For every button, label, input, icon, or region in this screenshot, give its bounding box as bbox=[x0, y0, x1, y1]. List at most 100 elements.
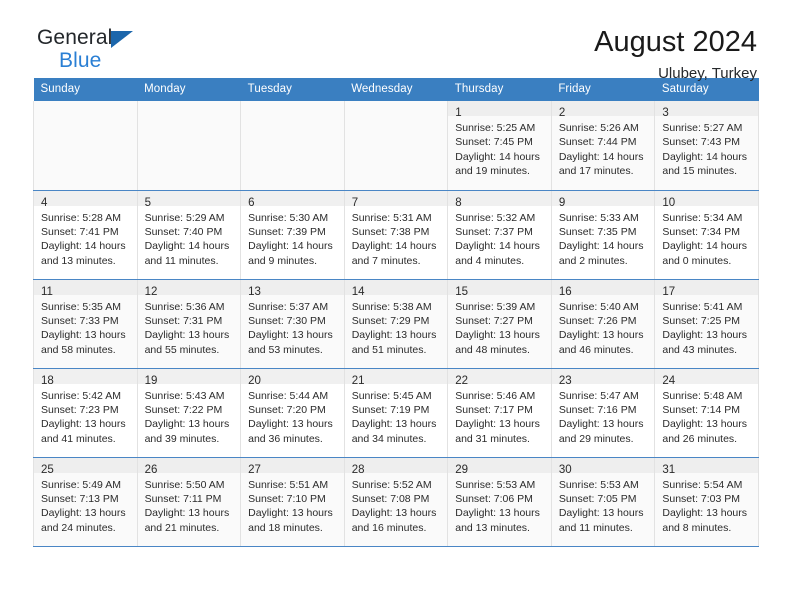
day-number-bar: 15 bbox=[448, 279, 551, 298]
day-number: 27 bbox=[248, 463, 261, 476]
day-details: Sunrise: 5:27 AM Sunset: 7:43 PM Daylight:… bbox=[655, 116, 758, 179]
calendar-day-cell[interactable]: 15 Sunrise: 5:39 AM Sunset: 7:27 PM Dayligh… bbox=[447, 279, 552, 369]
calendar-week-row: 1 Sunrise: 5:25 AM Sunset: 7:45 PM Daylight… bbox=[33, 101, 759, 191]
day-number-bar: 8 bbox=[448, 190, 551, 209]
brand-name-general: General bbox=[37, 26, 113, 49]
calendar-day-cell[interactable]: 9 Sunrise: 5:33 AM Sunset: 7:35 PM Daylight… bbox=[550, 190, 656, 280]
calendar-day-cell[interactable]: 11 Sunrise: 5:35 AM Sunset: 7:33 PM Dayligh… bbox=[33, 279, 138, 369]
day-details: Sunrise: 5:31 AM Sunset: 7:38 PM Daylight:… bbox=[345, 206, 448, 269]
sunset-text: Sunset: 7:22 PM bbox=[144, 403, 223, 416]
calendar-day-cell[interactable]: 17 Sunrise: 5:41 AM Sunset: 7:25 PM Dayligh… bbox=[654, 279, 759, 369]
calendar-day-cell[interactable]: 31 Sunrise: 5:54 AM Sunset: 7:03 PM Dayligh… bbox=[654, 457, 759, 547]
brand-logo[interactable]: General Blue bbox=[33, 26, 157, 72]
calendar-day-cell[interactable]: 30 Sunrise: 5:53 AM Sunset: 7:05 PM Dayligh… bbox=[550, 457, 656, 547]
calendar-day-cell[interactable]: 27 Sunrise: 5:51 AM Sunset: 7:10 PM Dayligh… bbox=[240, 457, 345, 547]
sunrise-text: Sunrise: 5:33 AM bbox=[558, 211, 639, 224]
day-number-bar: 5 bbox=[137, 190, 241, 209]
sunrise-text: Sunrise: 5:54 AM bbox=[662, 478, 743, 491]
weekday-header-monday: Monday bbox=[137, 78, 241, 101]
day-details: Sunrise: 5:25 AM Sunset: 7:45 PM Daylight:… bbox=[448, 116, 551, 179]
calendar-day-cell[interactable]: 26 Sunrise: 5:50 AM Sunset: 7:11 PM Dayligh… bbox=[136, 457, 242, 547]
day-details: Sunrise: 5:50 AM Sunset: 7:11 PM Daylight:… bbox=[138, 473, 241, 536]
day-number: 11 bbox=[41, 285, 53, 298]
sunrise-text: Sunrise: 5:29 AM bbox=[144, 211, 225, 224]
daylight-text-line2: and 29 minutes. bbox=[558, 432, 634, 445]
sunrise-text: Sunrise: 5:26 AM bbox=[558, 122, 639, 134]
calendar-day-cell[interactable]: 8 Sunrise: 5:32 AM Sunset: 7:37 PM Daylight… bbox=[447, 190, 552, 280]
sunrise-text: Sunrise: 5:52 AM bbox=[351, 478, 432, 491]
calendar-day-cell[interactable]: 10 Sunrise: 5:34 AM Sunset: 7:34 PM Dayligh… bbox=[654, 190, 759, 280]
daylight-text-line1: Daylight: 13 hours bbox=[455, 329, 540, 342]
calendar-day-cell[interactable]: 1 Sunrise: 5:25 AM Sunset: 7:45 PM Daylight… bbox=[447, 101, 552, 191]
calendar-day-cell[interactable]: 20 Sunrise: 5:44 AM Sunset: 7:20 PM Dayligh… bbox=[240, 368, 345, 458]
day-details: Sunrise: 5:40 AM Sunset: 7:26 PM Daylight:… bbox=[552, 295, 655, 358]
day-number: 3 bbox=[662, 107, 669, 119]
calendar-day-cell[interactable]: 7 Sunrise: 5:31 AM Sunset: 7:38 PM Daylight… bbox=[343, 190, 449, 280]
day-number: 14 bbox=[351, 285, 365, 298]
day-number-bar: 3 bbox=[655, 101, 758, 119]
calendar-day-cell-empty bbox=[240, 101, 345, 191]
daylight-text-line1: Daylight: 13 hours bbox=[662, 507, 748, 520]
calendar-body: 1 Sunrise: 5:25 AM Sunset: 7:45 PM Daylight… bbox=[33, 101, 759, 547]
calendar-day-cell[interactable]: 13 Sunrise: 5:37 AM Sunset: 7:30 PM Dayligh… bbox=[240, 279, 345, 369]
day-number: 9 bbox=[558, 196, 566, 209]
daylight-text-line2: and 58 minutes. bbox=[41, 343, 116, 356]
day-number-bar: 24 bbox=[655, 368, 758, 387]
sunset-text: Sunset: 7:27 PM bbox=[455, 314, 533, 327]
day-number-bar: 28 bbox=[344, 457, 448, 476]
daylight-text-line2: and 7 minutes. bbox=[351, 254, 421, 267]
calendar-day-cell[interactable]: 4 Sunrise: 5:28 AM Sunset: 7:41 PM Daylight… bbox=[33, 190, 138, 280]
daylight-text-line2: and 24 minutes. bbox=[41, 521, 116, 534]
sunset-text: Sunset: 7:06 PM bbox=[455, 492, 533, 505]
calendar-day-cell-empty bbox=[33, 101, 138, 191]
calendar-day-cell[interactable]: 12 Sunrise: 5:36 AM Sunset: 7:31 PM Dayligh… bbox=[136, 279, 242, 369]
day-number: 5 bbox=[144, 196, 151, 209]
calendar-day-cell[interactable]: 21 Sunrise: 5:45 AM Sunset: 7:19 PM Dayligh… bbox=[343, 368, 449, 458]
calendar-table: Sunday Monday Tuesday Wednesday Thursday… bbox=[33, 78, 759, 547]
calendar-day-cell[interactable]: 29 Sunrise: 5:53 AM Sunset: 7:06 PM Dayligh… bbox=[447, 457, 552, 547]
daylight-text-line1: Daylight: 14 hours bbox=[558, 240, 644, 253]
calendar-day-cell[interactable]: 14 Sunrise: 5:38 AM Sunset: 7:29 PM Dayligh… bbox=[343, 279, 449, 369]
sunrise-text: Sunrise: 5:53 AM bbox=[455, 478, 536, 491]
day-details: Sunrise: 5:30 AM Sunset: 7:39 PM Daylight:… bbox=[241, 206, 344, 269]
daylight-text-line2: and 19 minutes. bbox=[455, 165, 530, 178]
calendar-day-cell[interactable]: 5 Sunrise: 5:29 AM Sunset: 7:40 PM Daylight… bbox=[136, 190, 242, 280]
calendar-week-row: 25 Sunrise: 5:49 AM Sunset: 7:13 PM Dayligh… bbox=[33, 457, 759, 547]
calendar-day-cell[interactable]: 23 Sunrise: 5:47 AM Sunset: 7:16 PM Dayligh… bbox=[550, 368, 656, 458]
daylight-text-line1: Daylight: 13 hours bbox=[41, 418, 126, 431]
sunrise-text: Sunrise: 5:25 AM bbox=[455, 122, 536, 134]
daylight-text-line2: and 8 minutes. bbox=[662, 521, 732, 534]
calendar-day-cell[interactable]: 24 Sunrise: 5:48 AM Sunset: 7:14 PM Dayligh… bbox=[654, 368, 759, 458]
daylight-text-line2: and 46 minutes. bbox=[558, 343, 634, 356]
triangle-flag-icon bbox=[111, 31, 133, 48]
daylight-text-line2: and 13 minutes. bbox=[41, 254, 116, 267]
calendar-day-cell[interactable]: 3 Sunrise: 5:27 AM Sunset: 7:43 PM Daylight… bbox=[654, 101, 759, 191]
sunset-text: Sunset: 7:30 PM bbox=[248, 314, 326, 327]
day-number-bar: 4 bbox=[34, 190, 137, 209]
daylight-text-line1: Daylight: 13 hours bbox=[41, 507, 126, 520]
day-details bbox=[345, 116, 448, 121]
calendar-day-cell[interactable]: 28 Sunrise: 5:52 AM Sunset: 7:08 PM Dayligh… bbox=[343, 457, 449, 547]
day-details: Sunrise: 5:39 AM Sunset: 7:27 PM Daylight:… bbox=[448, 295, 551, 358]
daylight-text-line1: Daylight: 13 hours bbox=[144, 507, 230, 520]
calendar-day-cell[interactable]: 18 Sunrise: 5:42 AM Sunset: 7:23 PM Dayligh… bbox=[33, 368, 138, 458]
sunrise-text: Sunrise: 5:40 AM bbox=[558, 300, 639, 313]
daylight-text-line1: Daylight: 14 hours bbox=[41, 240, 126, 253]
day-number-bar: 31 bbox=[655, 457, 758, 476]
calendar-day-cell[interactable]: 2 Sunrise: 5:26 AM Sunset: 7:44 PM Daylight… bbox=[550, 101, 656, 191]
calendar-day-cell[interactable]: 16 Sunrise: 5:40 AM Sunset: 7:26 PM Dayligh… bbox=[550, 279, 656, 369]
day-details: Sunrise: 5:45 AM Sunset: 7:19 PM Daylight:… bbox=[345, 384, 448, 447]
daylight-text-line1: Daylight: 14 hours bbox=[351, 240, 437, 253]
daylight-text-line2: and 13 minutes. bbox=[455, 521, 530, 534]
day-details: Sunrise: 5:34 AM Sunset: 7:34 PM Daylight:… bbox=[655, 206, 758, 269]
weekday-header-sunday: Sunday bbox=[33, 78, 138, 101]
sunrise-text: Sunrise: 5:42 AM bbox=[41, 389, 121, 402]
daylight-text-line1: Daylight: 14 hours bbox=[662, 150, 748, 163]
calendar-day-cell[interactable]: 25 Sunrise: 5:49 AM Sunset: 7:13 PM Dayligh… bbox=[33, 457, 138, 547]
sunset-text: Sunset: 7:39 PM bbox=[248, 225, 326, 238]
calendar-day-cell[interactable]: 19 Sunrise: 5:43 AM Sunset: 7:22 PM Dayligh… bbox=[136, 368, 242, 458]
calendar-day-cell[interactable]: 22 Sunrise: 5:46 AM Sunset: 7:17 PM Dayligh… bbox=[447, 368, 552, 458]
calendar-day-cell[interactable]: 6 Sunrise: 5:30 AM Sunset: 7:39 PM Daylight… bbox=[240, 190, 345, 280]
day-details: Sunrise: 5:54 AM Sunset: 7:03 PM Daylight:… bbox=[655, 473, 758, 536]
day-details: Sunrise: 5:41 AM Sunset: 7:25 PM Daylight:… bbox=[655, 295, 758, 358]
